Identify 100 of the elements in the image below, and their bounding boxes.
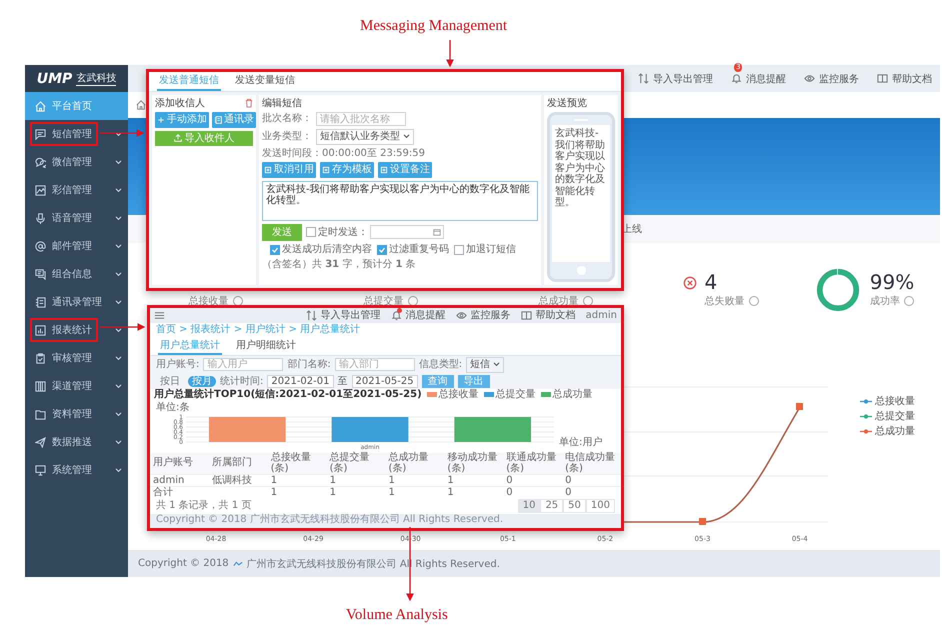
sidebar-item[interactable]: 邮件管理 [25,232,128,260]
book-icon [877,73,888,84]
table-cell: 1 [386,486,444,498]
table-cell: 合计 [150,486,209,498]
axis-title: 单位:条 [156,402,190,412]
table-cell: 0 [562,474,621,486]
filter-label: 部门名称: [287,359,331,370]
help-icon [904,296,914,306]
breadcrumb: 首页 > 报表统计 > 用户统计 > 用户总量统计 [155,323,362,336]
plus-icon [157,116,165,124]
sidebar-item[interactable]: 组合信息 [25,260,128,288]
top-bar-item[interactable]: 消息提醒 [731,72,786,86]
sidebar-item[interactable]: 语音管理 [25,204,128,232]
field-label: 业务类型： [262,131,312,142]
callout-arrow [100,323,146,331]
caret-icon [493,362,500,368]
chevron-icon [115,216,122,220]
folder-icon [35,408,46,420]
image-icon [35,184,46,196]
table-cell: 1 [268,486,327,498]
top-bar-item[interactable]: 消息提醒 [390,310,446,322]
column-header: 移动成功量(条) [444,453,504,474]
option-label: 过滤重复号码 [389,244,449,256]
tab[interactable]: 用户明细统计 [234,338,298,355]
chevron-icon [115,272,122,276]
chart-title: 用户总量统计TOP10(短信:2021-02-01至2021-05-25) [154,389,422,400]
book-icon [520,310,532,321]
checkbox[interactable] [270,244,280,255]
sort-icon [638,73,649,84]
mic-icon [35,212,46,224]
top-bar-item[interactable]: 帮助文档 [520,310,576,322]
chevron-icon [115,244,122,248]
document-icon [380,166,388,174]
page-size-button[interactable]: 10 [518,499,540,512]
sidebar-item[interactable]: 数据推送 [25,428,128,456]
business-type-select[interactable]: 短信默认业务类型 [316,129,414,144]
top-bar-item[interactable]: 监控服务 [804,72,859,86]
top-bar-item[interactable]: 帮助文档 [877,72,932,86]
sidebar-item[interactable]: 系统管理 [25,456,128,484]
checkbox[interactable] [377,244,387,255]
message-icon [35,128,46,140]
legend-label: 总成功量 [875,424,915,438]
stat-value: 99% [870,272,914,292]
page-size-button[interactable]: 25 [540,499,564,512]
sidebar-item[interactable]: 资料管理 [25,400,128,428]
panel-title: 发送预览 [547,98,588,109]
sidebar-item[interactable]: 通讯录管理 [25,288,128,316]
menu-icon[interactable] [154,310,165,321]
filter-label: 信息类型: [418,359,462,370]
chevron-icon [115,132,122,136]
filter-label: 用户账号: [156,359,200,370]
date-field[interactable]: 2021-05-25 [352,374,418,388]
trash-icon[interactable] [245,98,253,108]
callout-arrow [446,40,454,68]
page-size-button[interactable]: 50 [563,499,586,512]
table-cell: 0 [503,486,562,498]
send-icon [35,436,46,448]
type-select[interactable]: 短信 [466,357,504,372]
date-field[interactable] [370,225,444,240]
channel-icon [35,380,46,392]
chevron-icon [115,356,122,360]
document-icon [264,166,272,174]
sidebar-item[interactable]: 短信管理 [25,120,128,148]
character-count: （含签名）共 31 字，预计分 1 条 [262,258,417,270]
column-header: 联通成功量(条) [503,453,562,474]
top-bar-item[interactable]: 监控服务 [456,310,511,322]
table-cell: 0 [503,474,562,486]
range-separator: 至 [338,376,348,387]
bell-icon [390,310,402,321]
sidebar-item[interactable]: 审核管理 [25,344,128,372]
document-icon [322,166,330,174]
legend-label: 总接收量 [875,394,915,408]
message-textarea[interactable]: 玄武科技-我们将帮助客户实现以客户为中心的数字化及智能化转型。 [262,180,538,220]
column-header: 总提交量(条) [326,453,386,474]
sidebar-item[interactable]: 彩信管理 [25,176,128,204]
legend-label: 总提交量 [875,410,915,423]
period-toggle[interactable]: 按日 [156,376,184,387]
sidebar-item[interactable]: 渠道管理 [25,372,128,400]
sidebar-item[interactable]: 报表统计 [25,316,128,344]
date-field[interactable]: 2021-02-01 [267,374,334,388]
eye-icon [456,310,467,321]
page-size-button[interactable]: 100 [586,499,615,512]
stat-value: 4 [704,272,718,292]
sidebar-item[interactable]: 微信管理 [25,148,128,176]
tab[interactable]: 发送变量短信 [233,74,297,90]
upload-icon [174,134,182,142]
at-icon [35,240,46,252]
error-icon [682,276,696,290]
contacts-icon [214,116,222,124]
axis-title: 单位:用户 [559,436,602,448]
field-label: 批次名称： [262,113,312,125]
table-cell: admin [150,474,209,486]
user-name[interactable]: admin [586,310,617,322]
column-header: 所属部门 [208,453,268,474]
report-icon [35,324,46,336]
checkbox[interactable] [454,244,464,255]
checkbox[interactable] [306,227,316,238]
batch-name-field[interactable]: 请输入批次名称 [316,112,406,126]
top-bar-item[interactable]: 导入导出管理 [638,72,713,86]
top-bar-item[interactable]: 导入导出管理 [306,310,381,322]
